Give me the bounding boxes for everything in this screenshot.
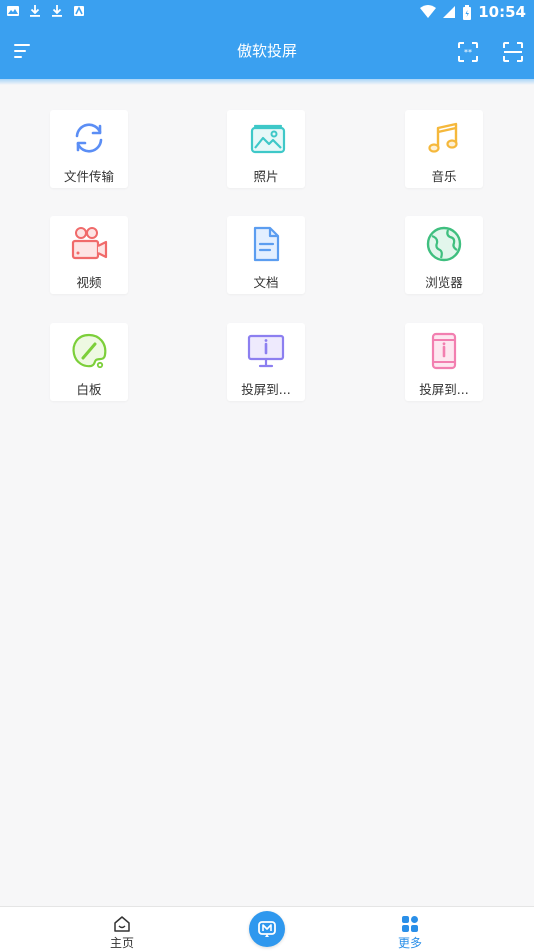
status-time: 10:54 [478, 3, 526, 21]
phone-icon [431, 332, 457, 370]
tile-music[interactable]: 音乐 [405, 110, 483, 188]
monitor-icon [247, 334, 285, 368]
svg-text:**: ** [464, 48, 472, 57]
tile-whiteboard[interactable]: 白板 [50, 323, 128, 401]
cast-logo-icon [258, 921, 276, 937]
tile-file-transfer[interactable]: 文件传输 [50, 110, 128, 188]
wifi-icon [420, 5, 437, 18]
battery-icon [463, 4, 472, 20]
tile-cast-to-pc[interactable]: 投屏到... [227, 323, 305, 401]
file-transfer-icon [75, 123, 103, 153]
tile-label: 音乐 [431, 169, 457, 184]
tile-label: 照片 [253, 169, 279, 184]
cast-button[interactable] [249, 911, 285, 947]
home-icon [114, 916, 130, 932]
tile-label: 白板 [76, 382, 102, 397]
android-notification-icon [74, 6, 84, 16]
download-icon [30, 5, 40, 17]
tile-label: 文档 [253, 275, 279, 290]
nav-home[interactable]: 主页 [82, 907, 162, 951]
page-title: 傲软投屏 [236, 42, 297, 60]
tile-label: 视频 [76, 275, 102, 290]
more-grid-icon [402, 916, 418, 932]
scan-frame-icon[interactable] [501, 40, 525, 64]
tile-label: 文件传输 [63, 169, 114, 184]
tile-label: 投屏到... [241, 382, 291, 397]
app-bar-shadow [0, 79, 534, 85]
whiteboard-palette-icon [72, 333, 107, 369]
image-notification-icon [7, 6, 19, 16]
tile-browser[interactable]: 浏览器 [405, 216, 483, 294]
photo-icon [250, 124, 286, 154]
nav-home-label: 主页 [109, 936, 134, 950]
globe-icon [426, 226, 462, 262]
tile-photo[interactable]: 照片 [227, 110, 305, 188]
tile-video[interactable]: 视频 [50, 216, 128, 294]
tile-label: 浏览器 [425, 275, 463, 290]
status-bar: 10:54 [0, 0, 534, 24]
music-icon [428, 122, 458, 153]
cell-signal-icon [443, 6, 456, 18]
tile-label: 投屏到... [419, 382, 469, 397]
document-icon [253, 226, 280, 262]
download-icon [52, 5, 62, 17]
nav-more-label: 更多 [397, 936, 422, 950]
scan-code-icon[interactable]: ** [456, 40, 480, 64]
app-bar: 傲软投屏 ** [0, 24, 534, 79]
nav-more[interactable]: 更多 [370, 907, 450, 951]
tile-document[interactable]: 文档 [227, 216, 305, 294]
tile-cast-to-phone[interactable]: 投屏到... [405, 323, 483, 401]
video-camera-icon [71, 227, 108, 260]
